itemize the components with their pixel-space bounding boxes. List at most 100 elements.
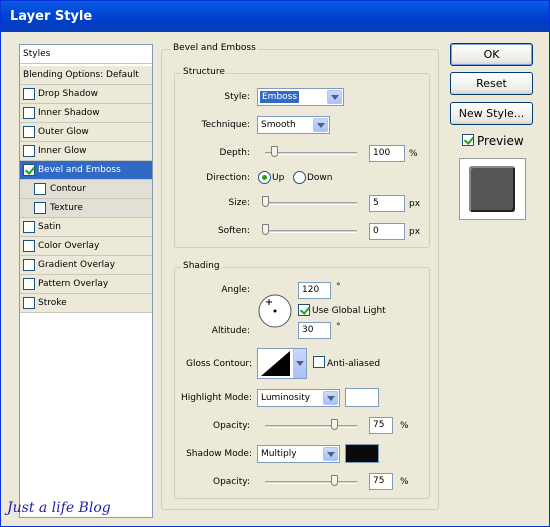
style-preview — [459, 158, 526, 220]
styles-item-checkbox[interactable] — [23, 221, 35, 233]
size-label: Size: — [228, 198, 250, 208]
chevron-down-icon — [323, 391, 338, 405]
styles-item-checkbox[interactable] — [23, 278, 35, 290]
shadow-opacity-slider-thumb[interactable] — [331, 475, 338, 486]
anti-aliased-checkbox[interactable] — [313, 356, 325, 368]
altitude-field[interactable]: 30 — [298, 322, 331, 339]
styles-item-checkbox[interactable] — [23, 88, 35, 100]
angle-field[interactable]: 120 — [298, 282, 331, 299]
styles-item-checkbox[interactable] — [23, 297, 35, 309]
size-slider-thumb[interactable] — [262, 196, 269, 207]
styles-item[interactable]: Stroke — [20, 294, 152, 313]
styles-item[interactable]: Contour — [20, 180, 152, 199]
window-title: Layer Style — [10, 9, 93, 24]
styles-item-label: Satin — [38, 222, 61, 232]
styles-item-label: Pattern Overlay — [38, 279, 109, 289]
preview-checkbox[interactable] — [462, 134, 474, 146]
styles-item-checkbox[interactable] — [23, 259, 35, 271]
soften-label: Soften: — [217, 226, 250, 236]
soften-slider-thumb[interactable] — [262, 224, 269, 235]
styles-item-checkbox[interactable] — [23, 107, 35, 119]
styles-header[interactable]: Styles — [20, 45, 152, 64]
soften-field[interactable]: 0 — [369, 223, 405, 240]
blending-options-label: Blending Options: Default — [23, 70, 139, 80]
styles-item-checkbox[interactable] — [34, 202, 46, 214]
depth-field[interactable]: 100 — [369, 145, 405, 162]
styles-item[interactable]: Texture — [20, 199, 152, 218]
shading-title: Shading — [181, 261, 222, 271]
gloss-contour-picker[interactable] — [257, 348, 307, 379]
styles-item-checkbox[interactable] — [23, 145, 35, 157]
styles-list: Styles Blending Options: Default Drop Sh… — [19, 44, 153, 518]
layer-style-dialog: Layer Style Styles Blending Options: Def… — [0, 0, 550, 527]
styles-item[interactable]: Inner Glow — [20, 142, 152, 161]
ok-button[interactable]: OK — [450, 43, 533, 66]
styles-item-label: Texture — [50, 203, 83, 213]
depth-slider-thumb[interactable] — [271, 146, 279, 157]
highlight-opacity-unit: % — [400, 421, 409, 431]
contour-linear-icon — [261, 351, 290, 376]
styles-item-label: Contour — [50, 184, 86, 194]
use-global-light-checkbox[interactable] — [298, 304, 310, 316]
size-unit: px — [409, 199, 421, 209]
shadow-mode-value: Multiply — [261, 449, 297, 459]
direction-up-radio[interactable] — [258, 171, 271, 184]
new-style-button[interactable]: New Style... — [450, 102, 533, 125]
highlight-mode-value: Luminosity — [261, 393, 311, 403]
reset-button[interactable]: Reset — [450, 72, 533, 95]
gloss-contour-label: Gloss Contour: — [185, 359, 252, 369]
technique-select-value: Smooth — [261, 120, 296, 130]
style-select[interactable]: Emboss — [257, 88, 344, 106]
chevron-down-icon — [313, 118, 328, 132]
chevron-down-icon — [323, 447, 338, 461]
shadow-opacity-label: Opacity: — [213, 477, 250, 487]
highlight-mode-label: Highlight Mode: — [180, 393, 252, 403]
size-field[interactable]: 5 — [369, 195, 405, 212]
styles-item-checkbox[interactable] — [23, 164, 35, 176]
shadow-opacity-field[interactable]: 75 — [369, 473, 393, 490]
blending-options-item[interactable]: Blending Options: Default — [20, 66, 152, 85]
shadow-opacity-unit: % — [400, 477, 409, 487]
anti-aliased-label: Anti-aliased — [327, 359, 381, 369]
depth-slider-track[interactable] — [265, 152, 357, 155]
shadow-mode-label: Shadow Mode: — [186, 449, 252, 459]
styles-item[interactable]: Drop Shadow — [20, 85, 152, 104]
altitude-label: Altitude: — [211, 326, 250, 336]
styles-header-label: Styles — [23, 49, 51, 59]
shadow-mode-select[interactable]: Multiply — [257, 445, 340, 463]
bevel-emboss-title: Bevel and Emboss — [171, 43, 258, 53]
styles-item[interactable]: Outer Glow — [20, 123, 152, 142]
shadow-opacity-slider-track[interactable] — [265, 481, 357, 484]
direction-up-label: Up — [272, 173, 285, 183]
styles-item[interactable]: Bevel and Emboss — [20, 161, 152, 180]
styles-item-checkbox[interactable] — [23, 240, 35, 252]
highlight-mode-select[interactable]: Luminosity — [257, 389, 340, 407]
highlight-opacity-label: Opacity: — [213, 421, 250, 431]
structure-title: Structure — [181, 67, 227, 77]
styles-item-label: Gradient Overlay — [38, 260, 116, 270]
angle-label: Angle: — [221, 285, 250, 295]
styles-item[interactable]: Satin — [20, 218, 152, 237]
styles-item[interactable]: Gradient Overlay — [20, 256, 152, 275]
title-bar[interactable]: Layer Style — [1, 1, 549, 32]
direction-down-radio[interactable] — [293, 171, 306, 184]
technique-select[interactable]: Smooth — [257, 116, 330, 134]
styles-item-label: Drop Shadow — [38, 89, 99, 99]
direction-down-label: Down — [307, 173, 333, 183]
styles-item[interactable]: Inner Shadow — [20, 104, 152, 123]
highlight-opacity-slider-track[interactable] — [265, 425, 357, 428]
shadow-color-swatch[interactable] — [345, 444, 379, 463]
size-slider-track[interactable] — [265, 202, 357, 205]
styles-item[interactable]: Color Overlay — [20, 237, 152, 256]
highlight-opacity-slider-thumb[interactable] — [331, 419, 338, 430]
style-label: Style: — [224, 92, 250, 102]
highlight-opacity-field[interactable]: 75 — [369, 417, 393, 434]
styles-item[interactable]: Pattern Overlay — [20, 275, 152, 294]
soften-slider-track[interactable] — [265, 230, 357, 233]
styles-item-checkbox[interactable] — [34, 183, 46, 195]
styles-item-checkbox[interactable] — [23, 126, 35, 138]
highlight-color-swatch[interactable] — [345, 388, 379, 407]
angle-dial[interactable] — [257, 293, 293, 329]
styles-item-label: Inner Glow — [38, 146, 87, 156]
direction-label: Direction: — [206, 173, 250, 183]
